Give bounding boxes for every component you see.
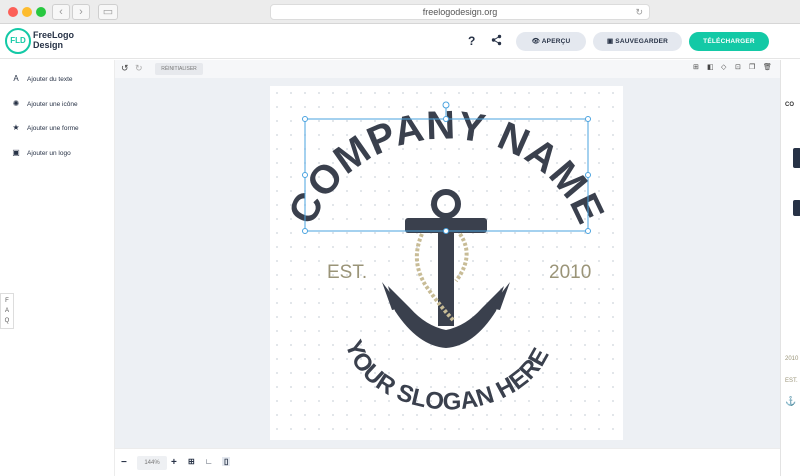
duplicate-icon[interactable]: ❐ <box>749 63 755 71</box>
resize-handle <box>302 116 308 122</box>
app-header: FLD FreeLogo Design ? 👁 APERÇU ▣ SAUVEGA… <box>0 24 800 59</box>
brand-logo-mark[interactable]: FLD <box>5 28 31 54</box>
resize-handle <box>302 172 308 178</box>
eye-icon: 👁 <box>531 38 542 45</box>
maximize-window-button[interactable] <box>36 7 46 17</box>
canvas-area: COMPANY NAME EST. 2010 YOUR SLOGAN HERE <box>115 78 780 448</box>
sidebar-toggle-icon[interactable]: ▭ <box>98 4 118 20</box>
ruler-icon[interactable]: ▯ <box>222 457 231 466</box>
resize-handle <box>443 116 449 122</box>
sidebar-item-add-shape[interactable]: ★ Ajouter une forme <box>10 121 78 135</box>
download-button[interactable]: TÉLÉCHARGER <box>689 32 769 51</box>
panel-layer-est[interactable]: EST. <box>785 378 798 384</box>
grid-icon[interactable]: ⊞ <box>188 457 195 466</box>
faq-tab[interactable]: FAQ <box>0 293 14 329</box>
save-button[interactable]: ▣ SAUVEGARDER <box>593 32 682 51</box>
faq-label: FAQ <box>4 298 10 324</box>
group-icon[interactable]: ⊡ <box>735 63 741 71</box>
redo-icon[interactable]: ↻ <box>135 63 143 74</box>
panel-layer-anchor-icon[interactable]: ⚓ <box>785 396 796 407</box>
flip-icon[interactable]: ◇ <box>721 63 726 71</box>
brand-logo-name[interactable]: FreeLogo Design <box>33 30 81 50</box>
layers-icon[interactable]: ◧ <box>707 63 714 71</box>
back-icon[interactable]: ‹ <box>52 4 70 20</box>
year-label[interactable]: 2010 <box>549 262 591 283</box>
left-sidebar: A Ajouter du texte ✺ Ajouter une icône ★ Aj… <box>0 60 115 476</box>
resize-handle <box>585 172 591 178</box>
resize-handle <box>585 228 591 234</box>
preview-button[interactable]: 👁 APERÇU <box>516 32 586 51</box>
reset-button[interactable]: RÉINITIALISER <box>155 63 203 75</box>
logo-design: COMPANY NAME EST. 2010 YOUR SLOGAN HERE <box>280 101 612 416</box>
delete-icon[interactable]: 🗑 <box>763 63 772 71</box>
rotate-handle <box>442 101 450 109</box>
forward-icon[interactable]: › <box>72 4 90 20</box>
panel-color-swatch[interactable] <box>793 200 800 216</box>
resize-handle <box>585 116 591 122</box>
url-text: freelogodesign.org <box>422 7 498 17</box>
panel-layer-year[interactable]: 2010 <box>785 356 798 362</box>
canvas-toolbar: ↺ ↻ RÉINITIALISER ⊞ ◧ ◇ ⊡ ❐ 🗑 <box>115 60 780 78</box>
icon-icon: ✺ <box>12 99 20 108</box>
panel-font-preview[interactable]: CO <box>785 102 794 108</box>
sidebar-item-add-logo[interactable]: ▣ Ajouter un logo <box>10 146 71 160</box>
text-icon: A <box>13 74 19 83</box>
slogan-text[interactable]: YOUR SLOGAN HERE <box>340 337 555 416</box>
minimize-window-button[interactable] <box>22 7 32 17</box>
zoom-out-icon[interactable]: − <box>121 457 127 468</box>
star-icon: ★ <box>12 123 20 132</box>
anchor-icon[interactable] <box>382 189 510 348</box>
panel-swatch[interactable] <box>793 148 800 168</box>
reload-icon[interactable]: ↻ <box>635 5 643 19</box>
resize-handle <box>302 228 308 234</box>
app-window: ‹ › ▭ freelogodesign.org ↻ FLD FreeLogo … <box>0 0 800 476</box>
image-icon: ▣ <box>12 148 20 157</box>
share-icon[interactable] <box>491 34 502 49</box>
url-bar[interactable]: freelogodesign.org ↻ <box>270 4 650 20</box>
undo-icon[interactable]: ↺ <box>121 63 129 74</box>
artboard[interactable]: COMPANY NAME EST. 2010 YOUR SLOGAN HERE <box>270 86 623 440</box>
sidebar-item-add-text[interactable]: A Ajouter du texte <box>10 72 72 86</box>
company-name-text[interactable]: COMPANY NAME <box>280 103 612 230</box>
zoom-bar: − 144% + ⊞ ∟ ▯ <box>115 448 780 476</box>
close-window-button[interactable] <box>8 7 18 17</box>
align-icon[interactable]: ⊞ <box>693 63 699 71</box>
zoom-in-icon[interactable]: + <box>171 457 177 468</box>
browser-chrome: ‹ › ▭ freelogodesign.org ↻ <box>0 0 800 24</box>
guides-icon[interactable]: ∟ <box>205 457 213 466</box>
properties-panel: CO 2010 EST. ⚓ <box>780 60 800 476</box>
sidebar-item-add-icon[interactable]: ✺ Ajouter une icône <box>10 97 78 111</box>
resize-handle <box>443 228 449 234</box>
zoom-level[interactable]: 144% <box>137 456 167 470</box>
help-icon[interactable]: ? <box>468 34 475 48</box>
est-label[interactable]: EST. <box>327 262 367 283</box>
